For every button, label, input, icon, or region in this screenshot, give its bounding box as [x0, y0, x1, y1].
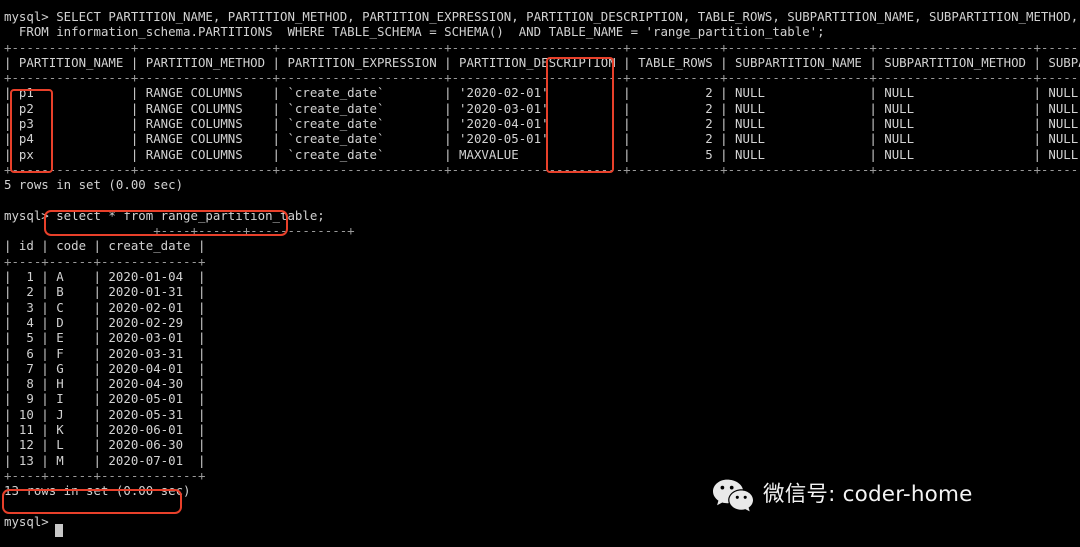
terminal-line: mysql> SELECT PARTITION_NAME, PARTITION_… [4, 9, 1079, 24]
table-border-top: +----------------+------------------+---… [4, 39, 1080, 55]
wechat-watermark: 微信号: coder-home [712, 478, 973, 512]
table-row: | p1 | RANGE COLUMNS | `create_date` | '… [4, 85, 1079, 101]
rows-table-border-top: +----+------+-------------+ [4, 223, 355, 239]
table-row: | 9 | I | 2020-05-01 | [4, 391, 206, 407]
table-row: | px | RANGE COLUMNS | `create_date` | M… [4, 146, 1079, 162]
table-row: | p3 | RANGE COLUMNS | `create_date` | '… [4, 116, 1079, 132]
terminal-line: FROM information_schema.PARTITIONS WHERE… [4, 24, 825, 40]
table-row: | 6 | F | 2020-03-31 | [4, 345, 206, 361]
table-row: | 3 | C | 2020-02-01 | [4, 299, 206, 315]
partitions-status-line: 5 rows in set (0.00 sec) [4, 177, 184, 193]
table-row: | 8 | H | 2020-04-30 | [4, 376, 206, 392]
terminal-cursor [55, 524, 63, 537]
table-border-header: +----------------+------------------+---… [4, 70, 1080, 86]
table-row: | 1 | A | 2020-01-04 | [4, 269, 206, 285]
table-row: | p4 | RANGE COLUMNS | `create_date` | '… [4, 131, 1079, 147]
table-row: | 10 | J | 2020-05-31 | [4, 406, 206, 422]
rows-table-border-header: +----+------+-------------+ [4, 253, 206, 269]
table-row: | 5 | E | 2020-03-01 | [4, 330, 206, 346]
table-row: | 4 | D | 2020-02-29 | [4, 314, 206, 330]
rows-header-row: | id | code | create_date | [4, 238, 206, 254]
table-row: | p2 | RANGE COLUMNS | `create_date` | '… [4, 100, 1079, 116]
terminal-window[interactable]: mysql> SELECT PARTITION_NAME, PARTITION_… [0, 0, 1080, 547]
table-row: | 12 | L | 2020-06-30 | [4, 437, 206, 453]
table-row: | 13 | M | 2020-07-01 | [4, 452, 206, 468]
partitions-header-row: | PARTITION_NAME | PARTITION_METHOD | PA… [4, 54, 1080, 70]
prompt-line[interactable]: mysql> [4, 514, 1080, 529]
table-row: | 2 | B | 2020-01-31 | [4, 284, 206, 300]
table-border-bottom: +----------------+------------------+---… [4, 161, 1080, 177]
watermark-label: 微信号: coder-home [763, 482, 973, 507]
table-row: | 7 | G | 2020-04-01 | [4, 360, 206, 376]
table-row: | 11 | K | 2020-06-01 | [4, 422, 206, 438]
select-query-line: mysql> select * from range_partition_tab… [4, 207, 325, 223]
wechat-icon [712, 478, 754, 512]
